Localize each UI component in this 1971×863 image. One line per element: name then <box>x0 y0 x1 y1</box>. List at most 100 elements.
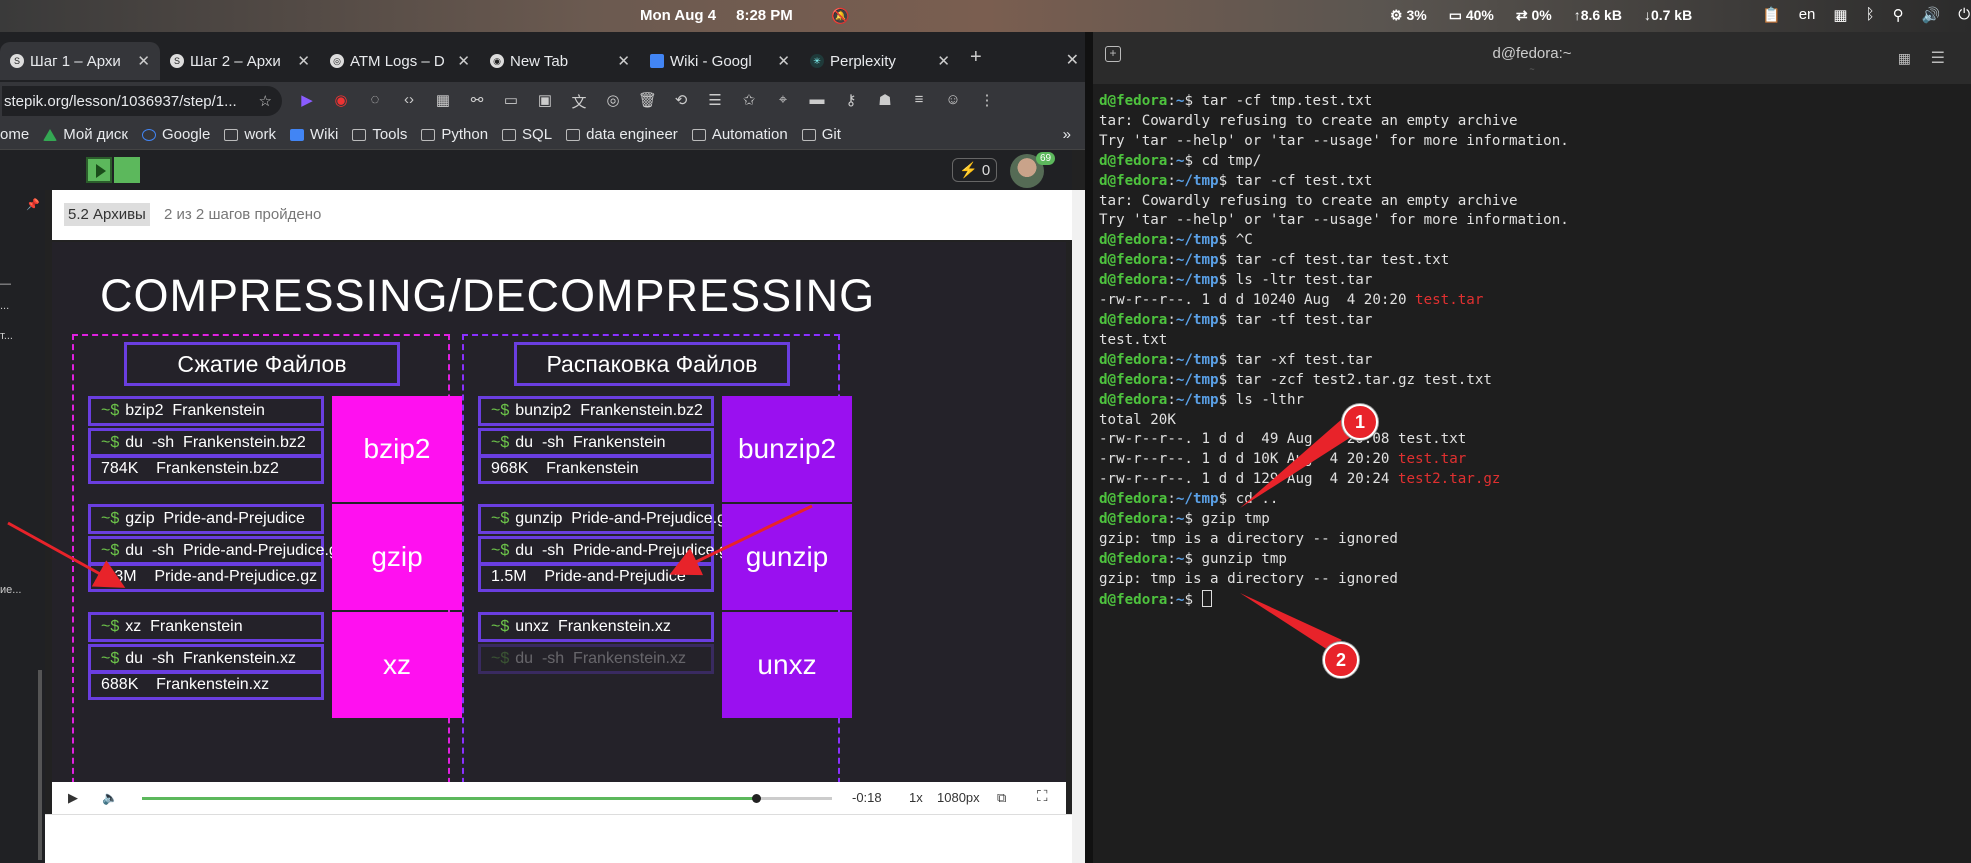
qr-icon[interactable]: ▣ <box>536 91 554 112</box>
command-box: ~$ bzip2 Frankenstein <box>88 396 324 426</box>
bookmark-google[interactable]: Google <box>141 126 210 143</box>
address-bar[interactable]: stepik.org/lesson/1036937/step/1... ☆ <box>2 86 282 116</box>
bookmark-folder-python[interactable]: Python <box>421 126 488 143</box>
clock[interactable]: Mon Aug 4 8:28 PM <box>640 7 793 24</box>
tab-step-1[interactable]: S Шаг 1 – Архи ✕ <box>0 42 160 80</box>
volume-icon[interactable]: 🔊 <box>1922 6 1941 24</box>
terminal-line: tar: Cowardly refusing to create an empt… <box>1099 192 1569 212</box>
bookmark-folder-data-engineer[interactable]: data engineer <box>566 126 678 143</box>
close-icon[interactable]: ✕ <box>137 52 150 70</box>
bookmark-folder-work[interactable]: work <box>224 126 276 143</box>
tab-wiki[interactable]: Wiki - Googl ✕ <box>640 42 800 80</box>
bookmark-label: data engineer <box>586 126 678 143</box>
close-icon[interactable]: ✕ <box>617 52 630 70</box>
extension-record-icon[interactable]: ◉ <box>332 91 350 112</box>
prompt-user: d@fedora <box>1099 272 1168 289</box>
hamburger-menu-icon[interactable]: ☰ <box>1931 48 1945 68</box>
section-badge[interactable]: 5.2 Архивы <box>64 203 150 226</box>
table-icon[interactable]: ▦ <box>434 91 452 112</box>
network-icon[interactable]: ⚲ <box>1893 6 1904 24</box>
seek-handle[interactable] <box>752 794 761 803</box>
page-scrollbar[interactable] <box>1072 190 1085 863</box>
location-icon[interactable]: ⌖ <box>774 91 792 112</box>
clipboard-icon[interactable]: 📋 <box>1762 6 1781 24</box>
history-icon[interactable]: ⟲ <box>672 91 690 112</box>
terminal-subtitle: ~ <box>1529 64 1535 74</box>
prompt: ~$ <box>101 510 120 527</box>
command-text: du -sh Frankenstein <box>515 434 666 451</box>
link-icon[interactable]: ⚯ <box>468 91 486 112</box>
tab-atm-logs[interactable]: ◎ ATM Logs – D ✕ <box>320 42 480 80</box>
media-icon[interactable]: ≡ <box>910 91 928 112</box>
incognito-icon[interactable]: ☗ <box>876 91 894 112</box>
code-icon[interactable]: ‹› <box>400 91 418 112</box>
bookmark-folder-sql[interactable]: SQL <box>502 126 552 143</box>
translate-icon[interactable]: 文 <box>570 91 588 112</box>
play-icon[interactable]: ▶ <box>68 790 78 806</box>
terminal-window[interactable]: + d@fedora:~ ~ ▦ ☰ d@fedora:~$ tar -cf t… <box>1093 32 1971 863</box>
close-icon[interactable]: ✕ <box>937 52 950 70</box>
notes-icon[interactable]: ☰ <box>706 91 724 112</box>
step-complete-indicator[interactable] <box>114 157 140 183</box>
extension-translate-icon[interactable]: ◌ <box>366 91 384 112</box>
download-indicator: ↓0.7 kB <box>1643 7 1693 23</box>
playback-speed-button[interactable]: 1x <box>909 790 923 805</box>
system-monitor[interactable]: ⚙ 3% ▭ 40% ⇄ 0% ↑8.6 kB ↓0.7 kB <box>1390 7 1692 24</box>
terminal-text: $ <box>1184 591 1202 608</box>
delete-icon[interactable]: 🗑 <box>638 91 657 112</box>
terminal-output[interactable]: d@fedora:~$ tar -cf tmp.test.txt tar: Cow… <box>1099 92 1569 611</box>
new-tab-button[interactable]: + <box>960 42 992 82</box>
terminal-text: -rw-r--r--. 1 d d 10240 Aug 4 20:20 <box>1099 292 1416 309</box>
prompt-user: d@fedora <box>1099 591 1168 608</box>
bookmark-folder-tools[interactable]: Tools <box>352 126 407 143</box>
window-close-button[interactable]: ✕ <box>1066 50 1079 70</box>
browser-menu-icon[interactable]: ⋮ <box>978 91 996 112</box>
power-icon[interactable]: ⏻ <box>1958 6 1970 24</box>
prompt-user: d@fedora <box>1099 232 1168 249</box>
quality-button[interactable]: 1080px <box>937 790 980 805</box>
tab-overview-icon[interactable]: ▦ <box>1898 50 1911 67</box>
bluetooth-icon[interactable]: ᛒ <box>1866 6 1875 24</box>
terminal-cursor <box>1201 589 1212 607</box>
keyboard-layout[interactable]: en <box>1799 6 1816 24</box>
key-icon[interactable]: ⚷ <box>842 91 860 112</box>
bookmark-folder-automation[interactable]: Automation <box>691 126 788 143</box>
bookmarks-overflow-button[interactable]: » <box>1063 126 1071 143</box>
close-icon[interactable]: ✕ <box>777 52 790 70</box>
terminal-text: : <box>1167 232 1176 249</box>
terminal-text: $ tar -cf test.txt <box>1218 172 1373 189</box>
fullscreen-icon[interactable]: ⛶ <box>1037 788 1048 805</box>
picture-in-picture-icon[interactable]: ⧉ <box>997 790 1006 806</box>
close-icon[interactable]: ✕ <box>297 52 310 70</box>
bookmark-folder-git[interactable]: Git <box>801 126 841 143</box>
pin-icon[interactable]: 📌 <box>26 198 40 211</box>
volume-icon[interactable]: 🔈 <box>102 790 118 806</box>
bookmark-home[interactable]: ome <box>0 126 29 143</box>
bookmark-star-icon[interactable]: ☆ <box>259 92 272 110</box>
tab-step-2[interactable]: S Шаг 2 – Архи ✕ <box>160 42 320 80</box>
sidebar-scrollbar[interactable] <box>38 670 42 860</box>
favorites-icon[interactable]: ✩ <box>740 91 758 112</box>
run-button[interactable] <box>86 157 112 183</box>
sidebar-item[interactable]: т... <box>0 330 13 342</box>
card-icon[interactable]: ▬ <box>808 91 826 112</box>
bookmark-wiki[interactable]: Wiki <box>289 126 338 143</box>
sidebar-item[interactable]: ие... <box>0 584 21 596</box>
screenshot-icon[interactable]: ◎ <box>604 91 622 112</box>
video-player[interactable]: COMPRESSING/DECOMPRESSING Сжатие Файлов … <box>52 242 1066 782</box>
reader-icon[interactable]: ▭ <box>502 91 520 112</box>
tab-new-tab[interactable]: ◉ New Tab ✕ <box>480 42 640 80</box>
profile-avatar-icon[interactable]: ☺ <box>944 91 962 112</box>
prompt-user: d@fedora <box>1099 311 1168 328</box>
notifications-off-icon[interactable]: 🔕 <box>831 7 850 25</box>
extension-play-icon[interactable]: ▶ <box>298 91 316 112</box>
seek-bar[interactable] <box>142 794 832 803</box>
video-controls: ▶ 🔈 -0:18 1x 1080px ⧉ ⛶ <box>52 782 1066 814</box>
tab-perplexity[interactable]: ✳ Perplexity ✕ <box>800 42 960 80</box>
energy-counter[interactable]: ⚡ 0 <box>952 158 998 182</box>
bookmark-my-drive[interactable]: Мой диск <box>43 126 128 143</box>
apps-grid-icon[interactable]: ▦ <box>1833 6 1847 24</box>
sidebar-item[interactable]: — <box>0 278 11 290</box>
close-icon[interactable]: ✕ <box>457 52 470 70</box>
sidebar-item[interactable]: ... <box>0 300 9 312</box>
